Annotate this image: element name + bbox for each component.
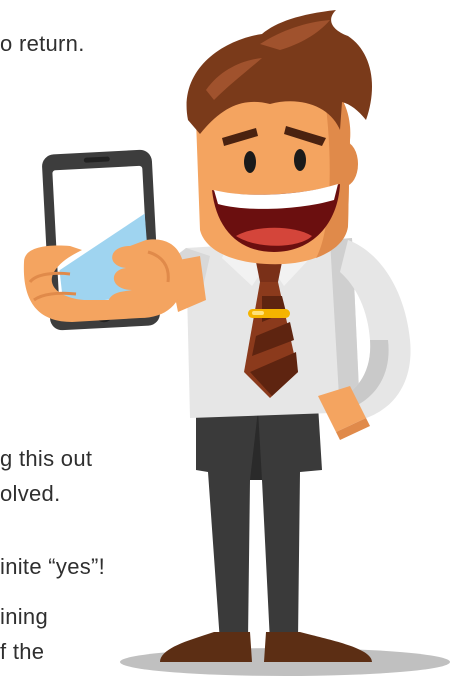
- eye-right: [294, 149, 306, 171]
- eye-left: [244, 151, 256, 173]
- trousers: [196, 405, 322, 642]
- businessman-illustration: [23, 10, 450, 676]
- page: o return. g this out olved. inite “yes”!…: [0, 0, 458, 676]
- shoes: [160, 632, 372, 662]
